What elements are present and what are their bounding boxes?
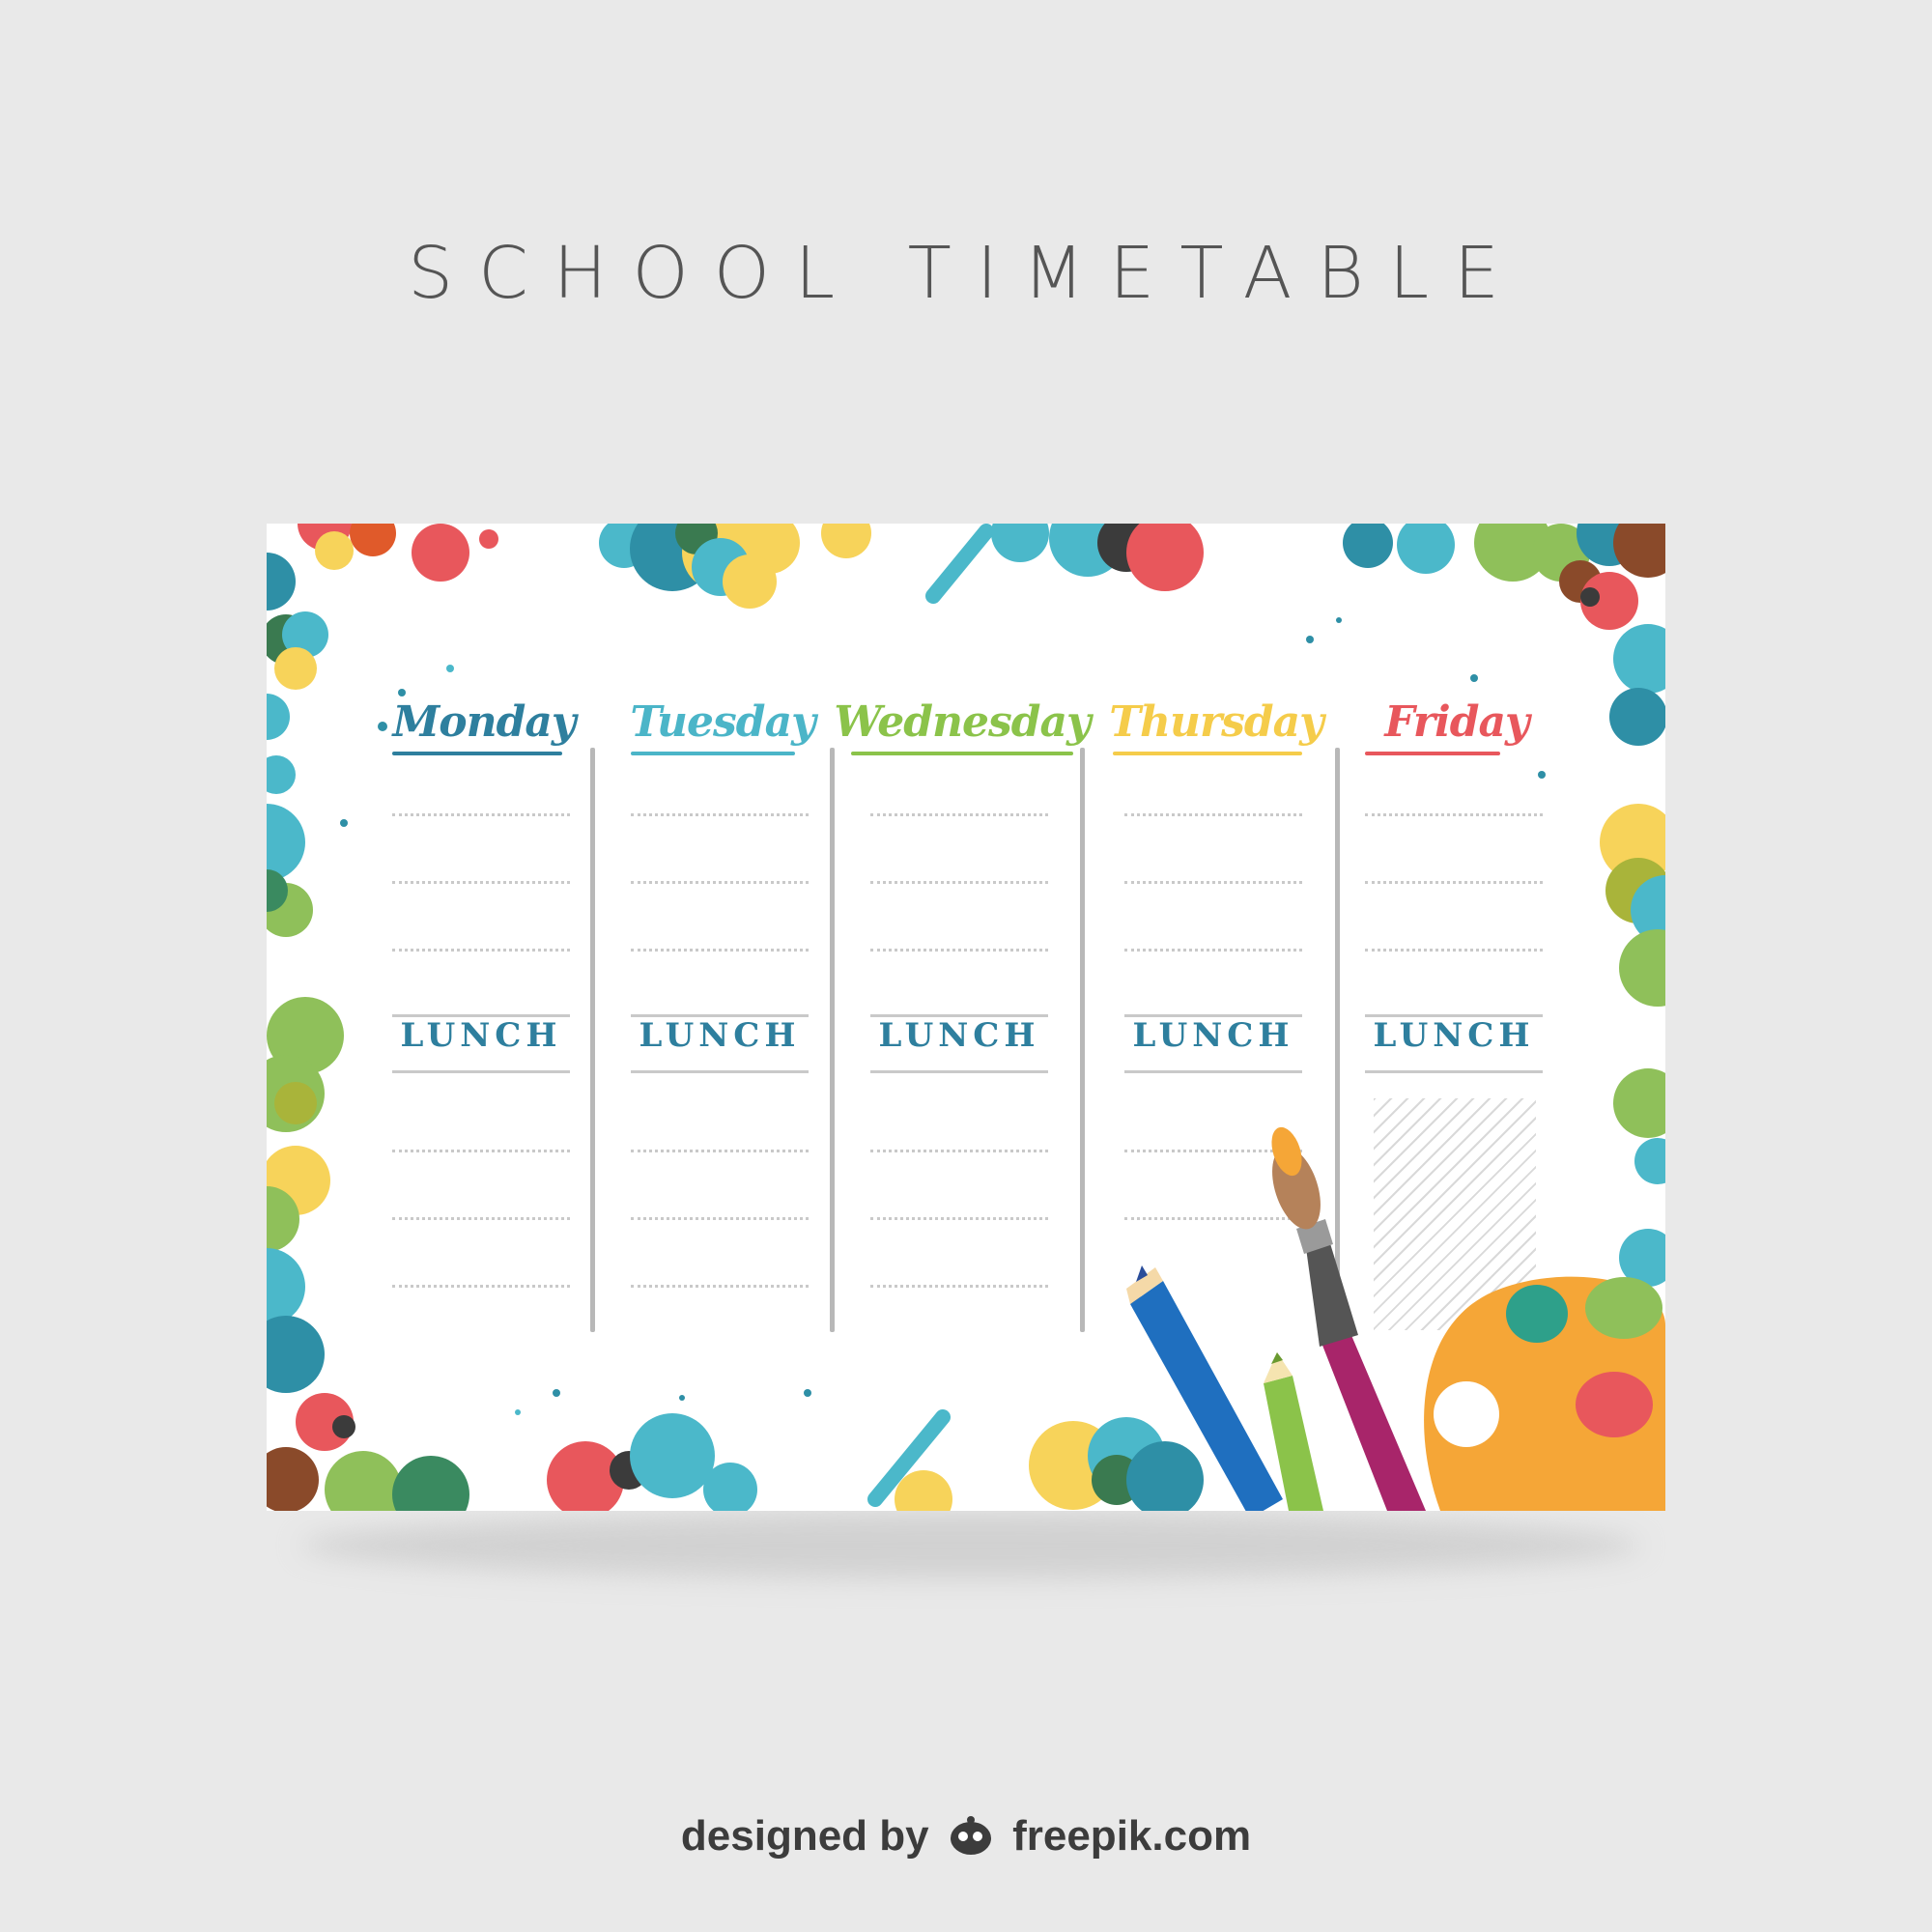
credit-line: designed by freepik.com: [0, 1812, 1932, 1866]
art-supplies-illustration: [1126, 1126, 1665, 1511]
page-title: SCHOOL TIMETABLE: [408, 232, 1524, 315]
timetable-card: Monday LUNCH Tuesday LUNCH Wednesday LUN…: [267, 524, 1665, 1511]
credit-site: freepik.com: [1012, 1812, 1252, 1860]
freepik-mascot-icon: [949, 1815, 993, 1866]
card-shadow: [299, 1512, 1642, 1579]
paint-palette-icon: [1424, 1276, 1665, 1511]
credit-prefix: designed by: [680, 1812, 929, 1860]
pencil-icon: [1126, 1265, 1283, 1511]
